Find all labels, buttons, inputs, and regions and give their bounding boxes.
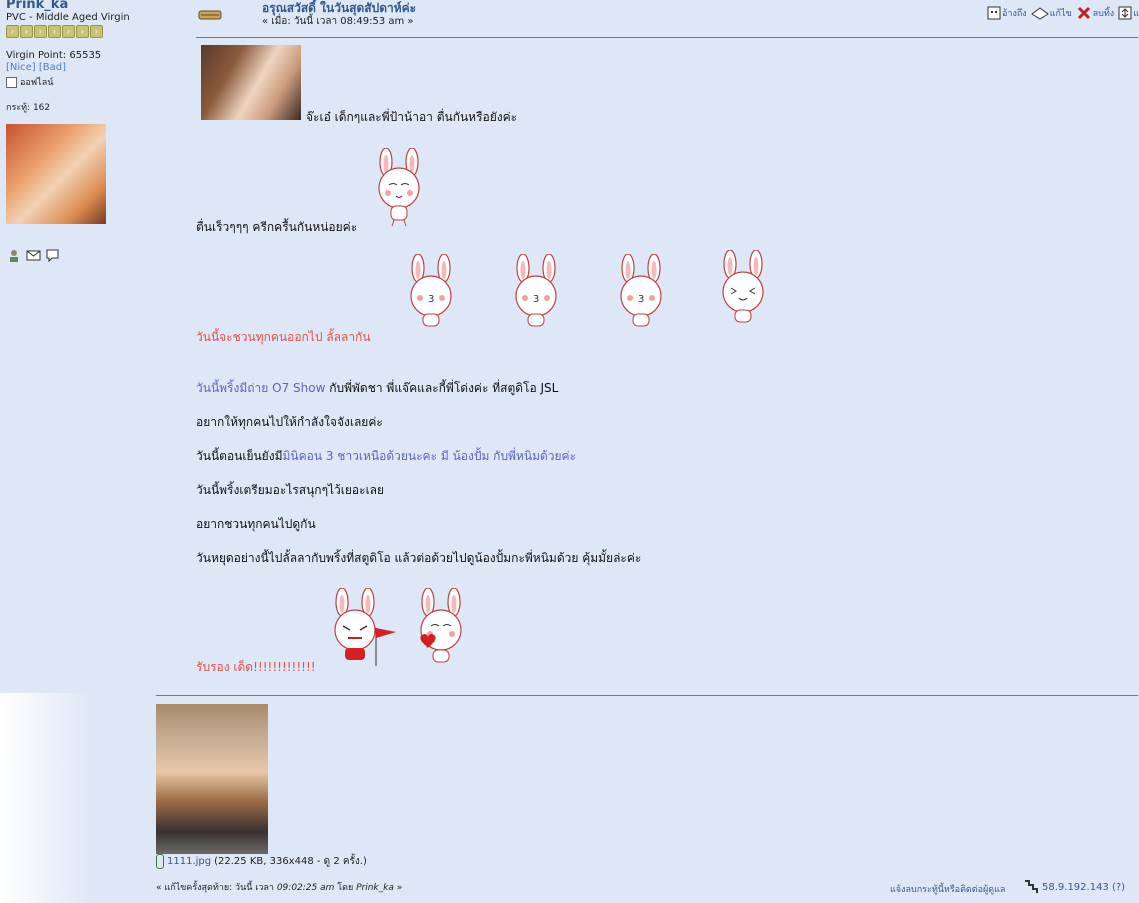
edit-button[interactable]: แก้ไข <box>1030 6 1072 20</box>
body-line: ตื่นเร็วๆๆๆ ครีกครื้นกันหน่อยค่ะ <box>196 220 358 234</box>
ip-address[interactable]: 58.9.192.143 (?) <box>1042 882 1125 893</box>
avatar <box>6 124 106 224</box>
bunny-emoticon <box>378 148 420 227</box>
body-line: อยากชวนทุกคนไปดูกัน <box>196 517 316 531</box>
body-line: วันนี้พริ้งมีถ่าย O7 Show กับพี่พัดชา พี… <box>196 379 558 398</box>
body-line: วันหยุดอย่างนี้ไปลั้ลลากับพริ้งที่สตูดิโ… <box>196 551 642 565</box>
karma-bad-link[interactable]: [Bad] <box>39 62 66 73</box>
delete-icon <box>1077 6 1090 20</box>
attachment-details: (22.25 KB, 336x448 - ดู 2 ครั้ง.) <box>214 856 367 867</box>
attachment-info: 1111.jpg (22.25 KB, 336x448 - ดู 2 ครั้ง… <box>156 854 367 869</box>
edit-label: แก้ไข <box>1049 9 1072 19</box>
personal-message-icon[interactable] <box>45 248 60 263</box>
star-icon: › <box>76 25 89 38</box>
post-date: « เมื่อ: วันนี้ เวลา 08:49:53 am » <box>262 16 414 27</box>
star-icon: › <box>6 25 19 38</box>
modified-user: Prink_ka <box>356 883 394 893</box>
body-line: วันนี้จะชวนทุกคนออกไป ลั้ลลากัน <box>196 330 371 344</box>
bunny-emoticon <box>722 250 764 323</box>
quote-icon <box>987 6 1001 20</box>
split-label: แ <box>1133 9 1139 19</box>
offline-icon <box>6 76 17 88</box>
modified-by: โดย <box>334 883 357 893</box>
body-line: จ๊ะเอ๋ เด็กๆและพี่ป้าน้าอา ตื่นกันหรือยั… <box>306 110 518 124</box>
star-icon: › <box>62 25 75 38</box>
star-icon: › <box>48 25 61 38</box>
attachment-link[interactable]: 1111.jpg <box>167 856 211 867</box>
star-icon: › <box>20 25 33 38</box>
poster-name[interactable]: Prink_ka <box>6 0 68 12</box>
body-line: วันนี้พริ้งเตรียมอะไรสนุกๆไว้เยอะเลย <box>196 483 385 497</box>
bunny-heart-emoticon <box>420 588 462 663</box>
email-icon[interactable] <box>26 248 41 263</box>
online-status: ออฟไลน์ <box>6 75 53 89</box>
profile-actions <box>7 248 60 263</box>
split-icon <box>1118 6 1132 20</box>
bunny-emoticon: 3 <box>515 254 557 327</box>
attachment-image[interactable] <box>156 704 268 854</box>
rank-stars: › › › › › › › <box>6 25 103 38</box>
last-modified: « แก้ไขครั้งสุดท้าย: วันนี้ เวลา 09:02:2… <box>156 880 402 894</box>
attachment-divider <box>156 695 1138 696</box>
svg-text:3: 3 <box>638 294 644 305</box>
ip-info: 58.9.192.143 (?) <box>1024 880 1125 894</box>
bunny-flag-emoticon <box>334 588 396 666</box>
post-actions: อ้างถึง แก้ไข ลบทิ้ง แ <box>987 6 1139 20</box>
svg-text:3: 3 <box>428 294 434 305</box>
body-line: รับรอง เด็ด!!!!!!!!!!!!! <box>196 660 316 674</box>
body-highlight: มินิคอน 3 ชาวเหนือด้วยนะคะ มี น้องปั้ม ก… <box>282 449 577 463</box>
delete-label: ลบทิ้ง <box>1092 9 1115 19</box>
svg-text:3: 3 <box>533 294 539 305</box>
body-line: อยากให้ทุกคนไปให้กำลังใจจังเลยค่ะ <box>196 415 383 429</box>
karma-links: [Nice] [Bad] <box>6 62 66 73</box>
karma-nice-link[interactable]: [Nice] <box>6 62 36 73</box>
modified-prefix: « แก้ไขครั้งสุดท้าย: วันนี้ เวลา <box>156 883 277 893</box>
ip-icon <box>1025 880 1038 893</box>
poster-rank: PVC - Middle Aged Virgin <box>6 12 130 23</box>
virgin-points: Virgin Point: 65535 <box>6 50 102 61</box>
message-icon <box>198 10 222 20</box>
quote-button[interactable]: อ้างถึง <box>987 6 1027 20</box>
star-icon: › <box>34 25 47 38</box>
post-photo <box>201 45 301 120</box>
header-divider <box>196 37 1138 38</box>
profile-icon[interactable] <box>7 248 22 263</box>
modified-suffix: » <box>393 883 403 893</box>
edit-icon <box>1030 7 1049 20</box>
body-line: วันนี้ตอนเย็นยังมีมินิคอน 3 ชาวเหนือด้วย… <box>196 447 576 466</box>
delete-button[interactable]: ลบทิ้ง <box>1076 6 1115 20</box>
sidebar-fade <box>0 693 156 903</box>
star-icon: › <box>90 25 103 38</box>
report-link[interactable]: แจ้งลบกระทู้นี้หรือติดต่อผู้ดูแล <box>890 882 1005 896</box>
bunny-emoticon: 3 <box>410 254 452 327</box>
paperclip-icon <box>156 854 164 869</box>
quote-label: อ้างถึง <box>1001 9 1027 19</box>
body-text: วันนี้ตอนเย็นยังมี <box>196 449 283 463</box>
bunny-emoticon: 3 <box>620 254 662 327</box>
post-count: กระทู้: 162 <box>6 103 51 113</box>
modified-time: 09:02:25 am <box>276 883 335 893</box>
body-text: กับพี่พัดชา พี่แจ๊คและกี้พี่โด่งค่ะ ที่ส… <box>325 381 559 395</box>
body-highlight: วันนี้พริ้งมีถ่าย O7 Show <box>196 381 326 395</box>
status-label: ออฟไลน์ <box>20 78 54 88</box>
split-button[interactable]: แ <box>1118 6 1139 20</box>
